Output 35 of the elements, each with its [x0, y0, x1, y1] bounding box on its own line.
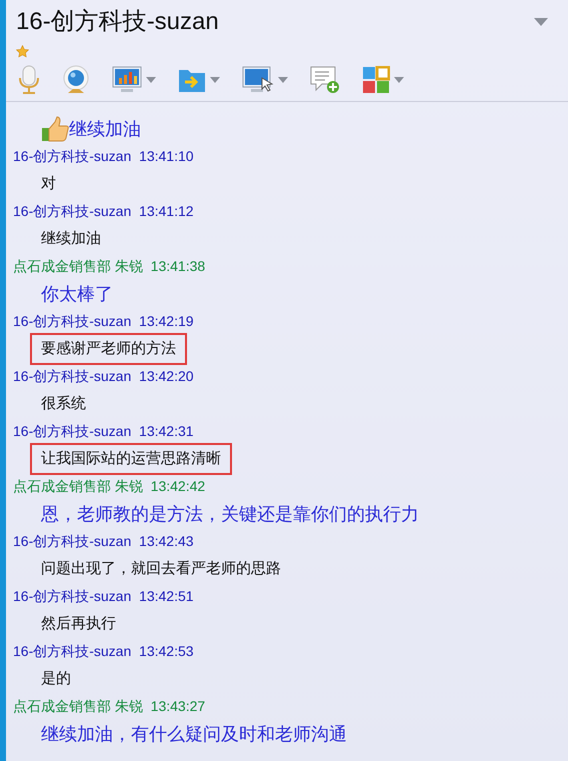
message-text: 让我国际站的运营思路清晰 [41, 448, 221, 469]
webcam-icon[interactable] [62, 64, 90, 94]
message-text: 很系统 [41, 394, 86, 414]
message-header: 点石成金销售部 朱锐 13:43:27 [13, 697, 206, 716]
window-title: 16-创方科技-suzan [16, 7, 219, 37]
chat-add-icon[interactable] [310, 66, 340, 94]
message-text: 是的 [41, 668, 71, 689]
message-header: 16-创方科技-suzan 13:41:12 [13, 202, 194, 221]
message-header: 16-创方科技-suzan 13:42:51 [13, 587, 194, 606]
caret-icon[interactable] [278, 76, 288, 82]
message-text: 恩，老师教的是方法，关键还是靠你们的执行力 [41, 502, 419, 526]
caret-icon[interactable] [146, 76, 156, 82]
message-text: 继续加油，有什么疑问及时和老师沟通 [41, 722, 347, 746]
message-header: 16-创方科技-suzan 13:41:10 [13, 147, 194, 166]
message-text: 继续加油 [41, 228, 101, 249]
monitor-chart-icon[interactable] [112, 66, 142, 94]
message-header: 16-创方科技-suzan 13:42:19 [13, 312, 194, 331]
message-header: 16-创方科技-suzan 13:42:43 [13, 532, 194, 551]
message-text: 你太棒了 [41, 282, 113, 306]
message-text: 继续加油 [69, 118, 141, 140]
message-header: 点石成金销售部 朱锐 13:42:42 [13, 477, 206, 496]
message-header: 点石成金销售部 朱锐 13:41:38 [13, 257, 206, 276]
message-text: 要感谢严老师的方法 [41, 338, 176, 359]
apps-grid-icon[interactable] [362, 66, 390, 94]
message-text: 对 [41, 174, 56, 194]
microphone-icon[interactable] [18, 64, 40, 94]
message-text: 然后再执行 [41, 614, 116, 634]
dropdown-caret-icon[interactable] [534, 18, 548, 26]
message-header: 16-创方科技-suzan 13:42:53 [13, 642, 194, 661]
caret-icon[interactable] [394, 76, 404, 82]
screen-cursor-icon[interactable] [242, 66, 274, 94]
caret-icon[interactable] [210, 76, 220, 82]
message-header: 16-创方科技-suzan 13:42:20 [13, 367, 194, 386]
message-header: 16-创方科技-suzan 13:42:31 [13, 422, 194, 441]
message-text: 问题出现了，就回去看严老师的思路 [41, 558, 281, 579]
